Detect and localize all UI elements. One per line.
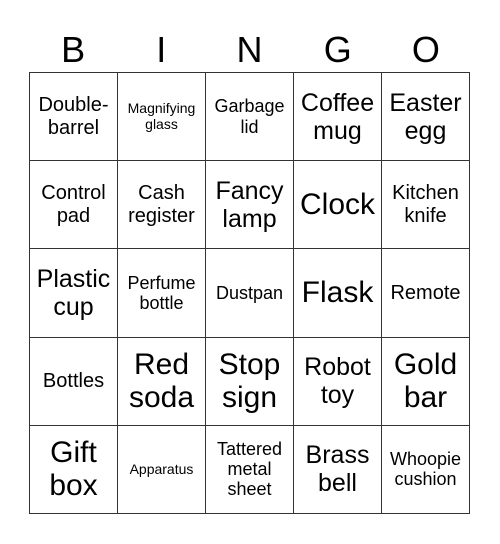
bingo-cell[interactable]: Coffee mug bbox=[294, 73, 382, 162]
bingo-cell[interactable]: Cash register bbox=[118, 161, 206, 250]
header-letter-o: O bbox=[411, 29, 440, 70]
bingo-cell[interactable]: Bottles bbox=[30, 337, 118, 426]
bingo-cell[interactable]: Kitchen knife bbox=[382, 161, 470, 250]
bingo-cell[interactable]: Gift box bbox=[30, 425, 118, 514]
bingo-cell[interactable]: Remote bbox=[382, 249, 470, 338]
bingo-cell[interactable]: Garbage lid bbox=[206, 73, 294, 162]
header-letter-i: I bbox=[156, 29, 167, 70]
bingo-cell[interactable]: Clock bbox=[294, 161, 382, 250]
bingo-cell[interactable]: Stop sign bbox=[206, 337, 294, 426]
bingo-cell[interactable]: Double-barrel bbox=[30, 73, 118, 162]
bingo-cell[interactable]: Easter egg bbox=[382, 73, 470, 162]
bingo-grid: Double-barrel Magnifying glass Garbage l… bbox=[29, 72, 470, 514]
header-letter-g: G bbox=[323, 29, 352, 70]
bingo-cell[interactable]: Flask bbox=[294, 249, 382, 338]
bingo-cell[interactable]: Fancy lamp bbox=[206, 161, 294, 250]
header-letter-b: B bbox=[61, 29, 86, 70]
bingo-cell[interactable]: Red soda bbox=[118, 337, 206, 426]
bingo-cell[interactable]: Perfume bottle bbox=[118, 249, 206, 338]
bingo-cell[interactable]: Control pad bbox=[30, 161, 118, 250]
bingo-cell[interactable]: Plastic cup bbox=[30, 249, 118, 338]
bingo-cell[interactable]: Dustpan bbox=[206, 249, 294, 338]
bingo-cell[interactable]: Tattered metal sheet bbox=[206, 425, 294, 514]
bingo-cell[interactable]: Apparatus bbox=[118, 425, 206, 514]
bingo-cell[interactable]: Brass bell bbox=[294, 425, 382, 514]
bingo-header: B I N G O bbox=[29, 28, 470, 72]
bingo-cell[interactable]: Gold bar bbox=[382, 337, 470, 426]
bingo-cell[interactable]: Whoopie cushion bbox=[382, 425, 470, 514]
bingo-cell[interactable]: Robot toy bbox=[294, 337, 382, 426]
bingo-cell[interactable]: Magnifying glass bbox=[118, 73, 206, 162]
header-letter-n: N bbox=[236, 29, 263, 70]
